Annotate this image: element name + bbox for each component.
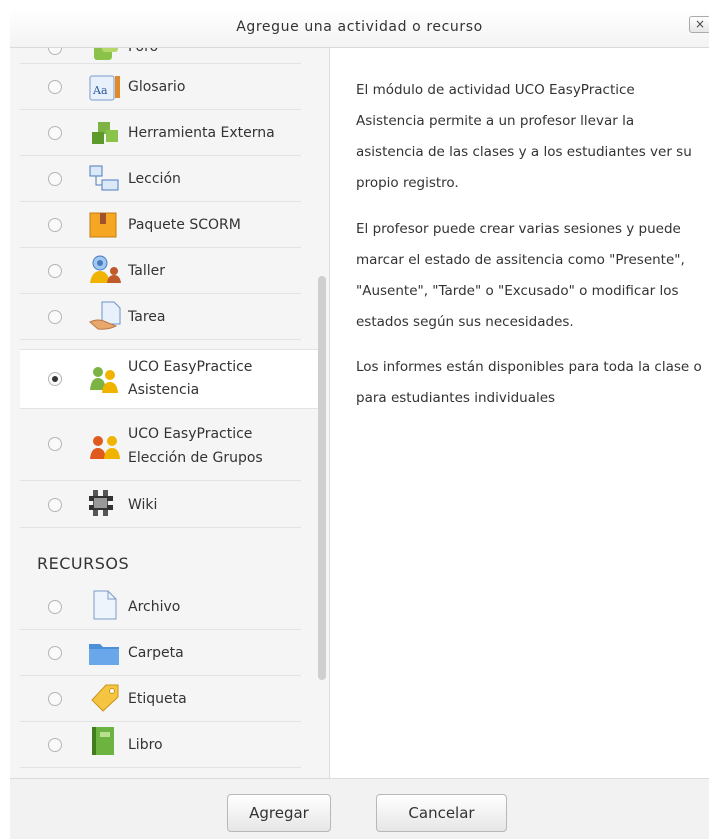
radio-button[interactable] <box>48 264 62 278</box>
item-label-line2: Elección de Grupos <box>128 450 263 466</box>
list-item-uco-asistencia[interactable]: UCO EasyPractice Asistencia <box>20 350 326 408</box>
dialog-titlebar: Agregue una actividad o recurso × <box>10 8 709 48</box>
svg-text:Aa: Aa <box>92 84 108 97</box>
item-label: Glosario <box>128 79 186 95</box>
file-icon <box>93 590 117 620</box>
radio-button[interactable] <box>48 600 62 614</box>
radio-button[interactable] <box>48 498 62 512</box>
add-button[interactable]: Agregar <box>227 794 331 832</box>
puzzle-icon <box>92 122 118 144</box>
item-label: Lección <box>128 171 181 187</box>
cancel-button[interactable]: Cancelar <box>376 794 507 832</box>
radio-button[interactable] <box>48 437 62 451</box>
description-paragraph-2: El profesor puede crear varias sesiones … <box>356 221 685 330</box>
item-label-line2: Asistencia <box>128 382 200 398</box>
group-choice-icon <box>90 436 120 459</box>
book-icon <box>92 727 114 755</box>
wiki-icon <box>89 490 113 516</box>
list-item-uco-eleccion-grupos[interactable]: UCO EasyPractice Elección de Grupos <box>20 417 301 481</box>
item-label: Carpeta <box>128 645 184 661</box>
scorm-icon <box>89 212 117 238</box>
radio-button[interactable] <box>48 172 62 186</box>
radio-button[interactable] <box>48 310 62 324</box>
list-item-tarea[interactable]: Tarea <box>20 294 301 340</box>
list-item-carpeta[interactable]: Carpeta <box>20 630 301 676</box>
item-label: Tarea <box>128 309 166 325</box>
close-button[interactable]: × <box>689 16 709 33</box>
list-item-wiki[interactable]: Wiki <box>20 482 301 528</box>
list-item-libro[interactable]: Libro <box>20 722 301 768</box>
label-tag-icon <box>91 684 119 712</box>
list-item-herramienta-externa[interactable]: Herramienta Externa <box>20 110 301 156</box>
dialog-title: Agregue una actividad o recurso <box>236 19 483 35</box>
list-item-archivo[interactable]: Archivo <box>20 584 301 630</box>
section-heading-recursos: RECURSOS <box>37 554 130 573</box>
radio-button[interactable] <box>48 218 62 232</box>
list-item-foro[interactable]: Foro <box>20 48 301 64</box>
radio-button[interactable] <box>48 372 62 386</box>
radio-button[interactable] <box>48 692 62 706</box>
module-list[interactable]: Foro Aa Glosario Herramienta Externa <box>10 48 330 778</box>
item-label: Archivo <box>128 599 181 615</box>
scrollbar[interactable] <box>318 276 326 680</box>
item-label: Foro <box>128 48 158 59</box>
folder-icon <box>89 644 119 665</box>
item-label: Taller <box>128 263 165 279</box>
item-label: Paquete SCORM <box>128 217 241 233</box>
lesson-icon <box>89 165 119 191</box>
radio-button[interactable] <box>48 80 62 94</box>
assignment-icon <box>89 301 121 330</box>
list-item-glosario[interactable]: Aa Glosario <box>20 64 301 110</box>
forum-icon <box>94 48 118 60</box>
list-item-taller[interactable]: Taller <box>20 248 301 294</box>
radio-button[interactable] <box>48 126 62 140</box>
item-label: Libro <box>128 737 163 753</box>
attendance-icon <box>90 367 118 393</box>
list-item-paquete-scorm[interactable]: Paquete SCORM <box>20 202 301 248</box>
description-paragraph-3: Los informes están disponibles para toda… <box>356 359 702 406</box>
module-description: El módulo de actividad UCO EasyPractice … <box>340 48 709 778</box>
item-label-line1: UCO EasyPractice <box>128 426 253 442</box>
item-label: Wiki <box>128 497 158 513</box>
glossary-icon: Aa <box>89 75 120 101</box>
add-activity-dialog: Agregue una actividad o recurso × Foro A… <box>0 0 709 839</box>
dialog-footer: Agregar Cancelar <box>10 778 709 839</box>
radio-button[interactable] <box>48 646 62 660</box>
workshop-icon <box>90 255 121 283</box>
radio-button[interactable] <box>48 48 62 55</box>
radio-button[interactable] <box>48 738 62 752</box>
item-label: Herramienta Externa <box>128 125 275 141</box>
list-item-leccion[interactable]: Lección <box>20 156 301 202</box>
item-label-line1: UCO EasyPractice <box>128 359 253 375</box>
description-paragraph-1: El módulo de actividad UCO EasyPractice … <box>356 82 692 191</box>
list-item-etiqueta[interactable]: Etiqueta <box>20 676 301 722</box>
item-label: Etiqueta <box>128 691 187 707</box>
